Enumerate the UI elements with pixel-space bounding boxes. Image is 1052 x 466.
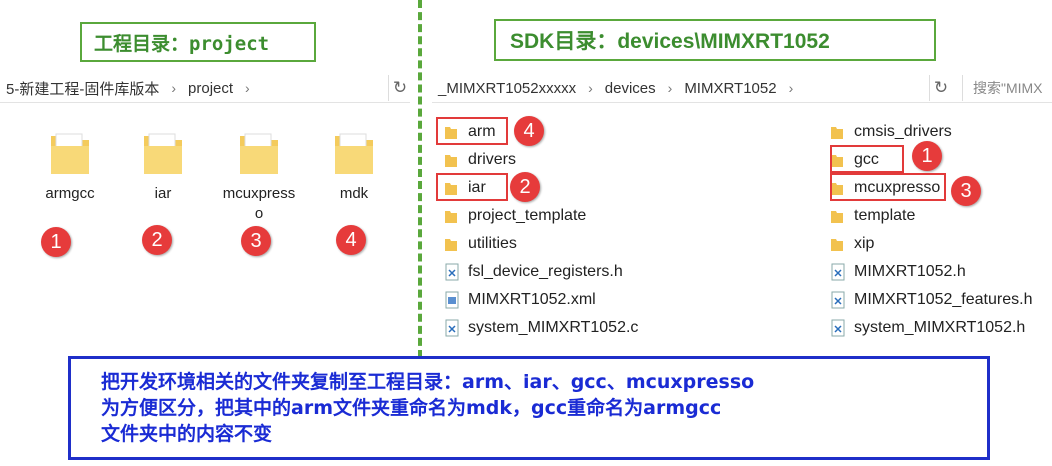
list-item-fsl-device-registers[interactable]: fsl_device_registers.h — [444, 260, 623, 284]
highlight-box-arm — [436, 117, 508, 145]
item-name: system_MIMXRT1052.h — [854, 319, 1026, 336]
number-badge: 1 — [41, 227, 71, 257]
item-name: utilities — [468, 235, 517, 252]
item-name: template — [854, 207, 916, 224]
folder-icon — [240, 133, 278, 174]
project-dir-label-text: 工程目录：project — [94, 32, 270, 55]
header-file-icon — [830, 290, 854, 310]
folder-icon — [830, 234, 854, 254]
header-file-icon — [830, 262, 854, 282]
list-item-xip[interactable]: xip — [830, 232, 874, 256]
list-item-utilities[interactable]: utilities — [444, 232, 517, 256]
list-item-features-h[interactable]: MIMXRT1052_features.h — [830, 288, 1032, 312]
highlight-box-iar — [436, 173, 508, 201]
chevron-right-icon[interactable]: › — [239, 80, 256, 96]
number-badge: 2 — [510, 172, 540, 202]
list-item-template[interactable]: template — [830, 204, 915, 228]
sdk-dir-label-text: SDK目录：devices\MIMXRT1052 — [510, 30, 830, 53]
right-address-bar[interactable]: _MIMXRT1052xxxxx › devices › MIMXRT1052 … — [432, 74, 1052, 103]
folder-name: armgcc — [45, 185, 95, 202]
folder-icon — [830, 206, 854, 226]
refresh-icon[interactable]: ↻ — [388, 75, 411, 101]
list-item-drivers[interactable]: drivers — [444, 148, 516, 172]
c-file-icon — [444, 318, 468, 338]
breadcrumb-current[interactable]: MIMXRT1052 — [678, 80, 782, 97]
list-item-project-template[interactable]: project_template — [444, 204, 586, 228]
folder-name: iar — [154, 185, 172, 202]
left-address-bar[interactable]: 5-新建工程-固件库版本 › project › — [0, 74, 410, 103]
folder-name: mdk — [339, 185, 369, 202]
number-badge: 3 — [241, 226, 271, 256]
breadcrumb-devices[interactable]: devices — [599, 80, 662, 97]
chevron-right-icon[interactable]: › — [662, 80, 679, 96]
search-input[interactable]: 搜索"MIMX — [962, 75, 1052, 101]
highlight-box-mcuxpresso — [830, 173, 946, 201]
dashed-divider — [418, 0, 422, 358]
number-badge: 3 — [951, 176, 981, 206]
note-line-3: 文件夹中的内容不变 — [101, 423, 273, 445]
breadcrumb-parent[interactable]: 5-新建工程-固件库版本 — [0, 78, 165, 99]
folder-mdk[interactable]: mdk — [309, 126, 399, 204]
list-item-mimxrt1052-xml[interactable]: MIMXRT1052.xml — [444, 288, 596, 312]
list-item-system-c[interactable]: system_MIMXRT1052.c — [444, 316, 638, 340]
item-name: MIMXRT1052.xml — [468, 291, 596, 308]
list-item-cmsis-drivers[interactable]: cmsis_drivers — [830, 120, 952, 144]
folder-icon — [830, 122, 854, 142]
item-name: MIMXRT1052_features.h — [854, 291, 1033, 308]
number-badge: 2 — [142, 225, 172, 255]
item-name: xip — [854, 235, 875, 252]
number-badge: 1 — [912, 141, 942, 171]
folder-icon — [444, 234, 468, 254]
folder-name: mcuxpresso — [222, 185, 296, 222]
folder-iar[interactable]: iar — [118, 126, 208, 204]
list-item-system-h[interactable]: system_MIMXRT1052.h — [830, 316, 1025, 340]
breadcrumb-current[interactable]: project — [182, 80, 239, 97]
instruction-note: 把开发环境相关的文件夹复制至工程目录：arm、iar、gcc、mcuxpress… — [68, 356, 990, 460]
header-file-icon — [830, 318, 854, 338]
refresh-icon[interactable]: ↻ — [929, 75, 952, 101]
folder-icon — [51, 133, 89, 174]
header-file-icon — [444, 262, 468, 282]
folder-armgcc[interactable]: armgcc — [25, 126, 115, 204]
chevron-right-icon[interactable]: › — [582, 80, 599, 96]
item-name: system_MIMXRT1052.c — [468, 319, 639, 336]
number-badge: 4 — [514, 116, 544, 146]
folder-icon — [335, 133, 373, 174]
item-name: cmsis_drivers — [854, 123, 952, 140]
chevron-right-icon[interactable]: › — [783, 80, 800, 96]
item-name: drivers — [468, 151, 517, 168]
note-line-2: 为方便区分，把其中的arm文件夹重命名为mdk，gcc重命名为armgcc — [101, 397, 722, 419]
chevron-right-icon[interactable]: › — [165, 80, 182, 96]
sdk-dir-label: SDK目录：devices\MIMXRT1052 — [494, 19, 936, 61]
folder-icon — [444, 206, 468, 226]
number-badge: 4 — [336, 225, 366, 255]
xml-file-icon — [444, 290, 468, 310]
item-name: MIMXRT1052.h — [854, 263, 966, 280]
highlight-box-gcc — [830, 145, 904, 173]
item-name: fsl_device_registers.h — [468, 263, 623, 280]
search-placeholder: 搜索"MIMX — [973, 80, 1043, 96]
breadcrumb-root[interactable]: _MIMXRT1052xxxxx — [432, 80, 582, 97]
note-line-1: 把开发环境相关的文件夹复制至工程目录：arm、iar、gcc、mcuxpress… — [101, 371, 755, 393]
folder-icon — [444, 150, 468, 170]
item-name: project_template — [468, 207, 587, 224]
folder-icon — [144, 133, 182, 174]
folder-mcuxpresso[interactable]: mcuxpresso — [213, 126, 305, 224]
list-item-mimxrt1052-h[interactable]: MIMXRT1052.h — [830, 260, 966, 284]
project-dir-label: 工程目录：project — [80, 22, 316, 62]
